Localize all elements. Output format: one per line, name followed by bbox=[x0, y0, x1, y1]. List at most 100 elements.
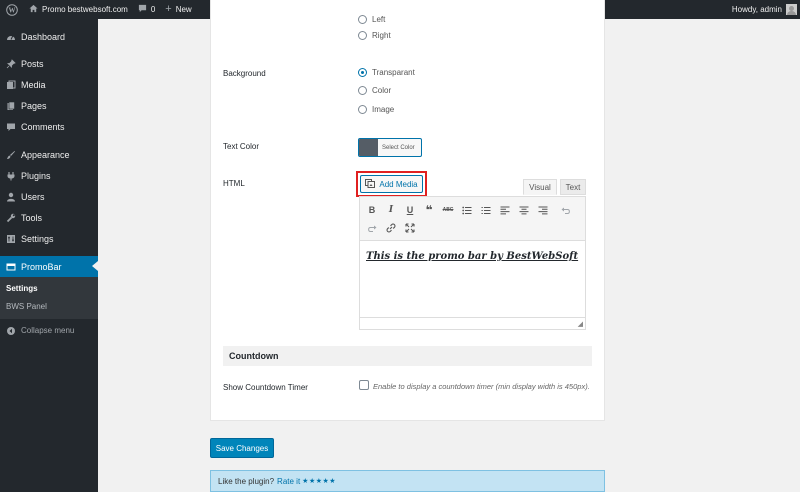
sidebar-item-comments[interactable]: Comments bbox=[0, 116, 98, 137]
strikethrough-icon[interactable]: ABC bbox=[441, 203, 455, 217]
countdown-checkbox[interactable] bbox=[359, 380, 369, 390]
admin-sidebar: Dashboard Posts Media Pages Comments App… bbox=[0, 19, 98, 492]
color-swatch bbox=[359, 139, 378, 156]
promobar-submenu: Settings BWS Panel bbox=[0, 277, 98, 319]
pages-icon bbox=[0, 101, 21, 111]
blockquote-icon[interactable]: ❝ bbox=[422, 203, 436, 217]
countdown-section-heading: Countdown bbox=[223, 346, 592, 366]
numbered-list-icon[interactable] bbox=[479, 203, 493, 217]
media-icon bbox=[0, 80, 21, 90]
radio-label: Right bbox=[372, 31, 391, 40]
sidebar-item-label: Comments bbox=[21, 121, 65, 132]
bold-icon[interactable]: B bbox=[365, 203, 379, 217]
sidebar-item-label: Plugins bbox=[21, 170, 51, 181]
position-option-left[interactable]: Left bbox=[358, 15, 385, 24]
radio-button[interactable] bbox=[358, 15, 367, 24]
submenu-item-bws-panel[interactable]: BWS Panel bbox=[6, 302, 47, 311]
tab-visual[interactable]: Visual bbox=[523, 179, 557, 195]
text-color-label: Text Color bbox=[223, 142, 260, 151]
wordpress-logo-icon[interactable]: W bbox=[0, 0, 24, 19]
background-option-image[interactable]: Image bbox=[358, 105, 394, 114]
plus-icon: + bbox=[165, 3, 172, 15]
sidebar-item-label: PromoBar bbox=[21, 261, 62, 272]
home-icon bbox=[29, 4, 38, 15]
sidebar-item-label: Pages bbox=[21, 100, 47, 111]
comments-count: 0 bbox=[150, 5, 156, 14]
editor-content-area[interactable]: This is the promo bar by BestWebSoft bbox=[359, 240, 586, 318]
rate-it-link[interactable]: Rate it bbox=[277, 477, 300, 486]
countdown-label: Show Countdown Timer bbox=[223, 383, 308, 392]
align-right-icon[interactable] bbox=[536, 203, 550, 217]
sidebar-item-dashboard[interactable]: Dashboard bbox=[0, 26, 98, 47]
greeting: Howdy, admin bbox=[731, 5, 782, 14]
svg-text:W: W bbox=[9, 6, 16, 14]
sidebar-item-promobar[interactable]: PromoBar bbox=[0, 256, 98, 277]
countdown-heading-text: Countdown bbox=[229, 351, 279, 361]
fullscreen-icon[interactable] bbox=[403, 221, 417, 235]
settings-icon bbox=[0, 234, 21, 244]
promobar-icon bbox=[0, 262, 21, 272]
new-content-link[interactable]: + New bbox=[160, 0, 196, 19]
undo-icon[interactable] bbox=[559, 203, 573, 217]
add-media-label: Add Media bbox=[379, 179, 418, 189]
sidebar-item-tools[interactable]: Tools bbox=[0, 207, 98, 228]
radio-button[interactable] bbox=[358, 68, 367, 77]
background-option-transparant[interactable]: Transparant bbox=[358, 68, 415, 77]
align-left-icon[interactable] bbox=[498, 203, 512, 217]
my-account-link[interactable]: Howdy, admin bbox=[727, 0, 800, 19]
new-label: New bbox=[175, 5, 192, 14]
site-name: Promo bestwebsoft.com bbox=[42, 5, 128, 14]
radio-button[interactable] bbox=[358, 31, 367, 40]
radio-label: Color bbox=[372, 86, 392, 95]
sidebar-item-media[interactable]: Media bbox=[0, 74, 98, 95]
resize-handle-icon[interactable]: ◢ bbox=[578, 320, 583, 328]
editor-toolbar: B I U ❝ ABC bbox=[359, 196, 586, 241]
sidebar-item-settings[interactable]: Settings bbox=[0, 228, 98, 249]
background-label: Background bbox=[223, 69, 266, 78]
notice-text: Like the plugin? bbox=[218, 476, 275, 486]
sidebar-item-plugins[interactable]: Plugins bbox=[0, 165, 98, 186]
sidebar-item-label: Dashboard bbox=[21, 31, 66, 42]
bullet-list-icon[interactable] bbox=[460, 203, 474, 217]
html-label: HTML bbox=[223, 179, 245, 188]
add-media-button[interactable]: Add Media bbox=[360, 175, 423, 193]
rate-notice: Like the plugin? Rate it ★★★★★ bbox=[210, 470, 605, 492]
comment-bubble-icon bbox=[138, 4, 147, 15]
background-option-color[interactable]: Color bbox=[358, 86, 391, 95]
avatar bbox=[786, 4, 797, 15]
save-changes-button[interactable]: Save Changes bbox=[210, 438, 274, 458]
align-center-icon[interactable] bbox=[517, 203, 531, 217]
radio-button[interactable] bbox=[358, 86, 367, 95]
editor-text: This is the promo bar by BestWebSoft bbox=[366, 251, 579, 262]
comments-link[interactable]: 0 bbox=[133, 0, 160, 19]
redo-icon[interactable] bbox=[365, 221, 379, 235]
radio-button[interactable] bbox=[358, 105, 367, 114]
radio-label: Transparant bbox=[372, 68, 415, 77]
sidebar-item-users[interactable]: Users bbox=[0, 186, 98, 207]
collapse-label: Collapse menu bbox=[21, 326, 75, 335]
radio-label: Left bbox=[372, 15, 386, 24]
comment-icon bbox=[0, 122, 21, 132]
plug-icon bbox=[0, 171, 21, 181]
submenu-item-settings[interactable]: Settings bbox=[6, 284, 38, 293]
rating-stars[interactable]: ★★★★★ bbox=[302, 477, 336, 485]
select-color-button[interactable]: Select Color bbox=[358, 138, 422, 157]
countdown-description: Enable to display a countdown timer (min… bbox=[373, 382, 590, 391]
sidebar-item-label: Tools bbox=[21, 212, 43, 223]
sidebar-item-appearance[interactable]: Appearance bbox=[0, 144, 98, 165]
sidebar-item-label: Appearance bbox=[21, 149, 70, 160]
link-icon[interactable] bbox=[384, 221, 398, 235]
media-icon bbox=[365, 178, 376, 190]
sidebar-item-label: Users bbox=[21, 191, 45, 202]
sidebar-item-pages[interactable]: Pages bbox=[0, 95, 98, 116]
tab-text[interactable]: Text bbox=[560, 179, 586, 195]
collapse-menu-button[interactable]: Collapse menu bbox=[0, 320, 98, 341]
italic-icon[interactable]: I bbox=[384, 203, 398, 217]
sidebar-item-posts[interactable]: Posts bbox=[0, 53, 98, 74]
wrench-icon bbox=[0, 213, 21, 223]
site-name-link[interactable]: Promo bestwebsoft.com bbox=[24, 0, 133, 19]
underline-icon[interactable]: U bbox=[403, 203, 417, 217]
position-option-right[interactable]: Right bbox=[358, 31, 391, 40]
pin-icon bbox=[0, 58, 21, 69]
radio-label: Image bbox=[372, 105, 395, 114]
